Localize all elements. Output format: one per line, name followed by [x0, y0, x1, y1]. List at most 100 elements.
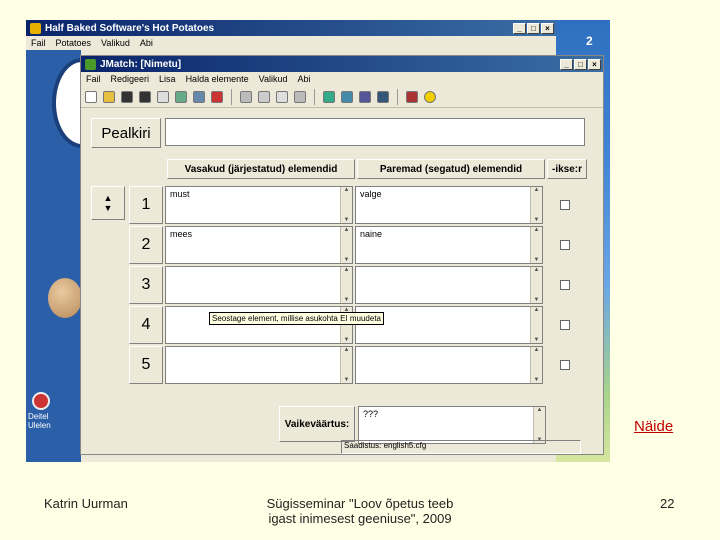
hot-potatoes-title: Half Baked Software's Hot Potatoes	[45, 22, 215, 34]
desktop-icon[interactable]: Deitel Ulelen	[28, 392, 64, 430]
scrollbar[interactable]: ▲ ▼	[340, 227, 352, 263]
default-label: Vaikeväärtus:	[279, 406, 355, 442]
example-link[interactable]: Näide	[634, 418, 673, 435]
row-number: 1	[129, 186, 163, 224]
row-number: 2	[129, 226, 163, 264]
scrollbar[interactable]: ▲ ▼	[530, 187, 542, 223]
web-export-icon[interactable]	[175, 90, 187, 103]
default-field[interactable]: ??? ▲ ▼	[358, 406, 546, 444]
title-input[interactable]	[165, 118, 585, 146]
deitel-icon	[32, 392, 50, 410]
left-item-field[interactable]: mees ▲ ▼	[165, 226, 353, 264]
right-item-field[interactable]: ▲ ▼	[355, 266, 543, 304]
jmatch-menu-halda[interactable]: Halda elemente	[186, 74, 249, 84]
default-row: Vaikeväärtus: ??? ▲ ▼	[279, 406, 546, 444]
right-item-field[interactable]: ▲ ▼	[355, 346, 543, 384]
paste-icon[interactable]	[294, 90, 306, 103]
left-item-field[interactable]: ▲ ▼	[165, 266, 353, 304]
jmatch-window: JMatch: [Nimetu] _ □ × Fail Redigeeri Li…	[80, 55, 604, 455]
fix-checkbox[interactable]	[545, 186, 585, 224]
jmatch-toolbar	[81, 86, 603, 108]
arrow-down-icon[interactable]: ▼	[104, 203, 113, 213]
scrollbar[interactable]: ▲ ▼	[340, 267, 352, 303]
jmatch-menu-fail[interactable]: Fail	[86, 74, 101, 84]
jmatch-menubar: Fail Redigeeri Lisa Halda elemente Valik…	[81, 72, 603, 86]
table-row: 2 mees ▲ ▼ naine ▲ ▼	[129, 226, 585, 264]
scrollbar[interactable]: ▲ ▼	[530, 347, 542, 383]
open-folder-icon[interactable]	[103, 90, 115, 103]
row-scroll-arrows[interactable]: ▲ ▼	[91, 186, 125, 220]
right-item-field[interactable]: naine ▲ ▼	[355, 226, 543, 264]
undo-icon[interactable]	[240, 90, 252, 103]
scrollbar[interactable]: ▲ ▼	[530, 267, 542, 303]
export-icon[interactable]	[193, 90, 205, 103]
left-item-text: mees	[170, 229, 193, 239]
maximize-button[interactable]: □	[527, 22, 540, 34]
left-item-field[interactable]: must ▲ ▼	[165, 186, 353, 224]
html-icon[interactable]	[157, 90, 169, 103]
row-number: 4	[129, 306, 163, 344]
scrollbar[interactable]: ▲ ▼	[340, 347, 352, 383]
menu-valikud[interactable]: Valikud	[101, 38, 130, 48]
jmatch-minimize-button[interactable]: _	[560, 58, 573, 70]
scrollbar[interactable]: ▲ ▼	[530, 227, 542, 263]
upload-icon[interactable]	[211, 90, 223, 103]
menu-abi[interactable]: Abi	[140, 38, 153, 48]
table-row: 5 ▲ ▼ ▲ ▼	[129, 346, 585, 384]
left-item-field[interactable]: ▲ ▼	[165, 346, 353, 384]
copy-icon[interactable]	[276, 90, 288, 103]
footer-author: Katrin Uurman	[44, 496, 128, 511]
side-number: 2	[586, 34, 593, 48]
default-text: ???	[363, 409, 379, 419]
checkbox-box[interactable]	[560, 240, 570, 250]
checkbox-box[interactable]	[560, 360, 570, 370]
fix-checkbox[interactable]	[545, 346, 585, 384]
jmatch-menu-lisa[interactable]: Lisa	[159, 74, 176, 84]
help-icon[interactable]	[424, 90, 436, 103]
potato-icon	[48, 278, 82, 318]
left-item-text: must	[170, 189, 190, 199]
hot-potatoes-menubar: Fail Potatoes Valikud Abi	[26, 36, 556, 50]
jmatch-menu-valikud[interactable]: Valikud	[259, 74, 288, 84]
jmatch-menu-abi[interactable]: Abi	[297, 74, 310, 84]
toolbar-separator-3	[397, 88, 398, 105]
menu-potatoes[interactable]: Potatoes	[56, 38, 92, 48]
toolbar-separator-2	[314, 88, 315, 105]
scrollbar[interactable]: ▲ ▼	[340, 187, 352, 223]
image-icon[interactable]	[323, 90, 335, 103]
minimize-button[interactable]: _	[513, 22, 526, 34]
fix-checkbox[interactable]	[545, 226, 585, 264]
status-bar: Saadistus: english5.cfg	[341, 440, 581, 454]
save-as-icon[interactable]	[139, 90, 151, 103]
table-icon[interactable]	[359, 90, 371, 103]
fix-checkbox[interactable]	[545, 266, 585, 304]
checkbox-box[interactable]	[560, 320, 570, 330]
left-column-header: Vasakud (järjestatud) elemendid	[167, 159, 355, 179]
menu-fail[interactable]: Fail	[31, 38, 46, 48]
new-file-icon[interactable]	[85, 90, 97, 103]
toolbar-separator	[231, 88, 232, 105]
app-icon	[30, 22, 41, 34]
config-icon[interactable]	[406, 90, 418, 103]
jmatch-maximize-button[interactable]: □	[574, 58, 587, 70]
jmatch-title: JMatch: [Nimetu]	[100, 58, 182, 70]
checkbox-box[interactable]	[560, 280, 570, 290]
close-button[interactable]: ×	[541, 22, 554, 34]
jmatch-close-button[interactable]: ×	[588, 58, 601, 70]
arrow-up-icon[interactable]: ▲	[104, 193, 113, 203]
screenshot-area: Half Baked Software's Hot Potatoes _ □ ×…	[26, 20, 610, 462]
checkbox-box[interactable]	[560, 200, 570, 210]
fix-checkbox[interactable]	[545, 306, 585, 344]
link-icon[interactable]	[341, 90, 353, 103]
jmatch-menu-redigeeri[interactable]: Redigeeri	[111, 74, 150, 84]
scrollbar[interactable]: ▲ ▼	[530, 307, 542, 343]
title-label: Pealkiri	[91, 118, 161, 148]
table-row: 1 must ▲ ▼ valge ▲ ▼	[129, 186, 585, 224]
right-item-text: naine	[360, 229, 383, 239]
media-icon[interactable]	[377, 90, 389, 103]
title-row: Pealkiri	[91, 118, 585, 148]
save-icon[interactable]	[121, 90, 133, 103]
scrollbar[interactable]: ▲ ▼	[533, 407, 545, 443]
cut-icon[interactable]	[258, 90, 270, 103]
right-item-field[interactable]: valge ▲ ▼	[355, 186, 543, 224]
